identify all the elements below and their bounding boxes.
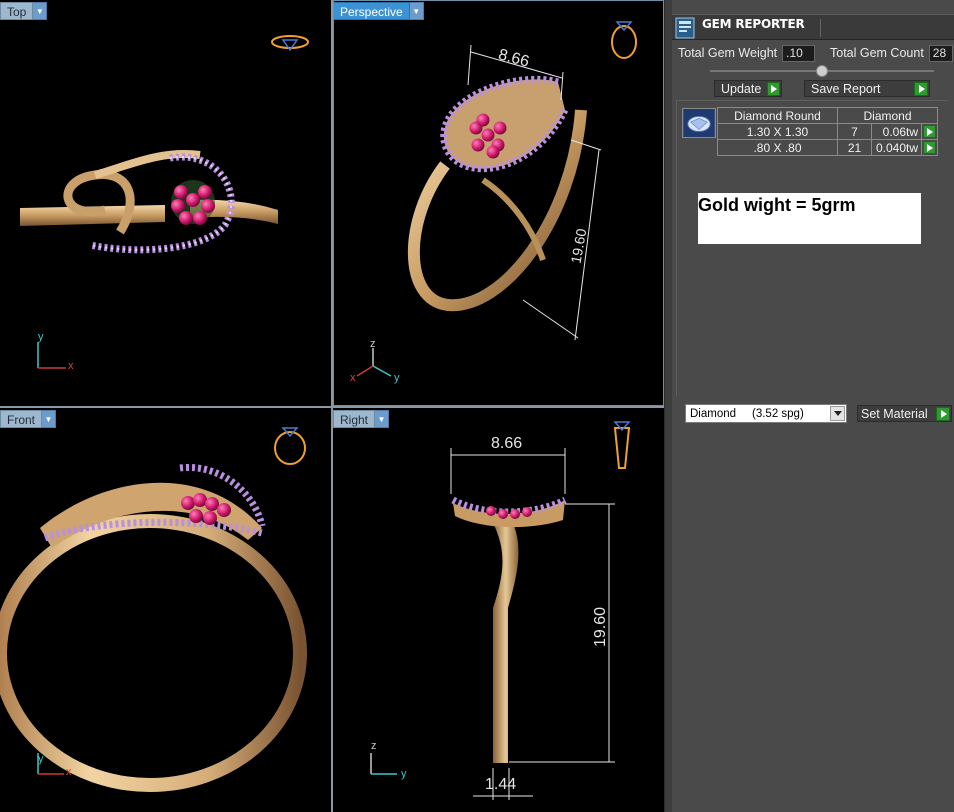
viewport-perspective[interactable]: Perspective ▼ 8.66 19.60 z y x: [333, 0, 664, 406]
update-button-label: Update: [721, 81, 762, 96]
play-icon: [936, 406, 950, 421]
chevron-down-icon[interactable]: ▼: [33, 2, 48, 20]
view-ring-icon: [274, 427, 306, 465]
axis-label-x: x: [66, 766, 72, 778]
play-icon: [914, 81, 928, 96]
report-icon: [675, 17, 695, 39]
panel-title: GEM REPORTER: [702, 17, 805, 31]
chevron-down-icon[interactable]: ▼: [375, 410, 390, 428]
update-button[interactable]: Update: [714, 80, 782, 97]
diamond-thumbnail-icon[interactable]: [682, 108, 716, 138]
viewport-perspective-tab[interactable]: Perspective ▼: [333, 2, 424, 20]
total-gem-count-row: Total Gem Count 28: [830, 44, 953, 62]
slider-handle[interactable]: [816, 65, 828, 77]
axis-label-x: x: [350, 372, 356, 384]
gem-count-cell: 7: [837, 123, 872, 140]
save-report-button-label: Save Report: [811, 81, 881, 96]
ruby-cluster: [171, 180, 215, 225]
total-gem-weight-value: .10: [782, 44, 816, 62]
total-gem-weight-label: Total Gem Weight: [678, 46, 778, 60]
viewport-right-tab[interactable]: Right ▼: [333, 410, 390, 428]
gem-weight-cell: 0.06tw: [871, 123, 922, 140]
material-select[interactable]: Diamond (3.52 spg): [685, 404, 847, 423]
material-select-value: Diamond (3.52 spg): [690, 407, 804, 420]
viewport-front[interactable]: Front ▼ y x: [0, 408, 331, 812]
axis-label-z: z: [370, 338, 376, 350]
viewport-top-label[interactable]: Top: [0, 2, 34, 20]
axis-label-x: x: [68, 360, 74, 372]
play-icon: [923, 141, 936, 154]
column-header-type: Diamond: [837, 107, 938, 124]
axis-gizmo: [37, 342, 66, 369]
viewport-right[interactable]: Right ▼ 8.66 19.60 1.44 z y: [333, 408, 664, 812]
right-view-ring-render: [370, 421, 631, 800]
play-icon: [923, 125, 936, 138]
viewport-perspective-label[interactable]: Perspective: [333, 2, 410, 20]
viewport-top-tab[interactable]: Top ▼: [0, 2, 48, 20]
axis-label-y: y: [401, 768, 407, 780]
gem-reporter-panel: GEM REPORTER Total Gem Weight .10 Total …: [672, 0, 954, 812]
header-divider: [820, 19, 821, 37]
axis-label-y: y: [38, 331, 44, 343]
gold-weight-note: Gold wight = 5grm: [698, 193, 921, 244]
gem-reporter-header: GEM REPORTER: [672, 14, 954, 40]
set-material-button[interactable]: Set Material: [857, 405, 952, 422]
top-view-ring-render: [20, 35, 309, 369]
gem-weight-cell: 0.040tw: [871, 139, 922, 156]
total-gem-count-value: 28: [928, 44, 953, 62]
play-icon: [767, 81, 780, 96]
viewport-right-label[interactable]: Right: [333, 410, 376, 428]
view-ring-icon: [613, 421, 631, 469]
dimension-thickness-label: 1.44: [485, 776, 517, 793]
dimension-width-label: 8.66: [491, 435, 523, 452]
viewport-front-tab[interactable]: Front ▼: [0, 410, 57, 428]
set-material-button-label: Set Material: [861, 406, 928, 421]
viewport-top[interactable]: Top ▼ y x: [0, 0, 331, 406]
gem-count-cell: 21: [837, 139, 872, 156]
gem-table: Diamond Round Diamond 1.30 X 1.30 7 0.06…: [717, 107, 938, 156]
gem-size-cell: .80 X .80: [717, 139, 838, 156]
total-gem-weight-row: Total Gem Weight .10: [678, 44, 816, 62]
table-header-row: Diamond Round Diamond: [717, 107, 938, 124]
front-view-ring-render: [0, 427, 307, 792]
viewport-front-label[interactable]: Front: [0, 410, 43, 428]
row-action-button[interactable]: [921, 123, 938, 140]
axis-label-y: y: [394, 372, 400, 384]
axis-label-z: z: [371, 740, 377, 752]
table-row[interactable]: 1.30 X 1.30 7 0.06tw: [717, 123, 938, 140]
chevron-down-icon[interactable]: ▼: [409, 2, 424, 20]
row-action-button[interactable]: [921, 139, 938, 156]
viewport-divider-horizontal[interactable]: [0, 406, 666, 408]
panel-splitter[interactable]: [664, 0, 672, 812]
dimension-height-label: 19.60: [592, 606, 610, 648]
save-report-button[interactable]: Save Report: [804, 80, 930, 97]
gem-size-cell: 1.30 X 1.30: [717, 123, 838, 140]
chevron-down-icon[interactable]: ▼: [42, 410, 57, 428]
total-gem-count-label: Total Gem Count: [830, 46, 924, 60]
chevron-down-icon[interactable]: [830, 406, 845, 421]
axis-label-y: y: [38, 753, 44, 765]
column-header-shape: Diamond Round: [717, 107, 838, 124]
view-ring-icon: [611, 21, 637, 59]
view-ring-icon: [271, 35, 309, 52]
table-row[interactable]: .80 X .80 21 0.040tw: [717, 139, 938, 156]
